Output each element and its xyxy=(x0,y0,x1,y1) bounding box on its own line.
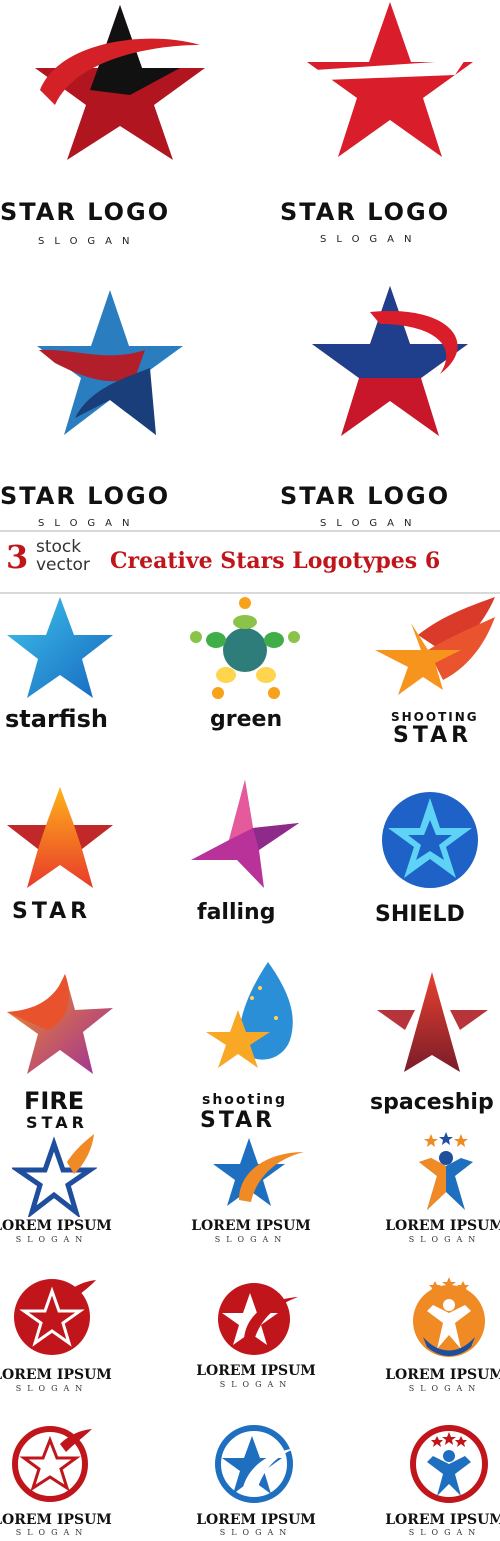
people-ring-icon xyxy=(190,597,300,699)
star-logo-1: STAR LOGO SLOGAN xyxy=(0,0,250,260)
lorem-title: LOREM IPSUM xyxy=(385,1367,500,1383)
logo-slogan: SLOGAN xyxy=(38,518,140,529)
shooting-label-big: STAR xyxy=(393,723,473,748)
lorem-slogan: SLOGAN xyxy=(408,1528,482,1537)
lorem-logo-9: LOREM IPSUM SLOGAN xyxy=(385,1420,500,1541)
red-circle-star-icon xyxy=(14,1279,96,1355)
lorem-title: LOREM IPSUM xyxy=(196,1363,316,1379)
person-star-icon xyxy=(419,1132,473,1210)
lorem-title: LOREM IPSUM xyxy=(385,1218,500,1234)
outline-star-icon xyxy=(12,1134,97,1217)
shooting-star-2-logo: shooting STAR xyxy=(190,960,305,1140)
green-label: green xyxy=(210,707,283,732)
logo-slogan: SLOGAN xyxy=(38,236,140,247)
lorem-logo-2: LOREM IPSUM SLOGAN xyxy=(191,1130,315,1250)
ring-person-icon xyxy=(410,1425,488,1503)
brand-name: stock vector xyxy=(36,538,90,574)
lorem-slogan: SLOGAN xyxy=(15,1528,89,1537)
star-label: STAR xyxy=(12,899,92,924)
lorem-slogan: SLOGAN xyxy=(15,1384,89,1393)
lorem-title: LOREM IPSUM xyxy=(385,1512,500,1528)
lorem-title: LOREM IPSUM xyxy=(196,1512,316,1528)
blue-ring-star-icon xyxy=(215,1425,296,1503)
orange-circle-person-icon xyxy=(413,1277,485,1357)
brand-stock: stock xyxy=(36,537,82,557)
logo-slogan: SLOGAN xyxy=(320,234,422,245)
spaceship-icon xyxy=(377,972,488,1072)
shield-label: SHIELD xyxy=(375,902,465,927)
ring-star-icon xyxy=(12,1426,92,1502)
star-logo-2: STAR LOGO SLOGAN xyxy=(250,0,500,260)
lorem-title: LOREM IPSUM xyxy=(0,1512,112,1528)
logo-slogan: SLOGAN xyxy=(320,518,422,529)
orange-star-icon xyxy=(7,787,113,888)
lorem-slogan: SLOGAN xyxy=(15,1235,89,1244)
shooting-star-logo: SHOOTING STAR xyxy=(365,595,500,755)
lorem-logo-6: LOREM IPSUM SLOGAN xyxy=(385,1275,500,1400)
logo-title: STAR LOGO xyxy=(280,198,451,226)
shield-logo: SHIELD xyxy=(370,790,495,935)
brand-vector: vector xyxy=(36,555,90,575)
star-logo-3: STAR LOGO SLOGAN xyxy=(0,280,250,530)
star-wave-icon xyxy=(37,290,183,435)
banner-title: Creative Stars Logotypes 6 xyxy=(110,548,441,574)
falling-label: falling xyxy=(197,900,276,925)
falling-logo: falling xyxy=(185,778,305,938)
star-orbit-icon xyxy=(312,286,468,436)
lorem-logo-1: LOREM IPSUM SLOGAN xyxy=(0,1130,120,1250)
starfish-logo: starfish xyxy=(0,595,120,745)
lorem-logo-4: LOREM IPSUM SLOGAN xyxy=(0,1275,120,1400)
spaceship-label: spaceship xyxy=(370,1090,494,1115)
starfish-icon xyxy=(7,597,113,698)
lorem-logo-5: LOREM IPSUM SLOGAN xyxy=(196,1275,320,1400)
lorem-slogan: SLOGAN xyxy=(214,1235,288,1244)
lorem-logo-8: LOREM IPSUM SLOGAN xyxy=(196,1420,320,1541)
fire-star-icon xyxy=(7,974,113,1074)
lorem-slogan: SLOGAN xyxy=(219,1380,293,1389)
lorem-slogan: SLOGAN xyxy=(408,1235,482,1244)
star-swoosh-icon xyxy=(35,5,205,160)
logo-title: STAR LOGO xyxy=(280,482,451,510)
red-circle-swoosh-icon xyxy=(218,1283,298,1355)
shield-star-icon xyxy=(382,792,478,888)
star-arc-icon xyxy=(213,1138,304,1206)
starfish-label: starfish xyxy=(5,705,108,733)
lorem-logo-3: LOREM IPSUM SLOGAN xyxy=(385,1130,500,1250)
lorem-title: LOREM IPSUM xyxy=(191,1218,311,1234)
green-logo: green xyxy=(180,595,310,745)
star-logo-4: STAR LOGO SLOGAN xyxy=(250,280,500,530)
drop-star-icon xyxy=(206,962,293,1068)
shooting-star-icon xyxy=(375,597,495,695)
lorem-slogan: SLOGAN xyxy=(408,1384,482,1393)
star-orange-logo: STAR xyxy=(0,785,120,935)
falling-star-icon xyxy=(191,780,299,888)
lorem-title: LOREM IPSUM xyxy=(0,1367,112,1383)
fire-star-logo: FIRE STAR xyxy=(0,970,120,1135)
lorem-slogan: SLOGAN xyxy=(219,1528,293,1537)
brand-number: 3 xyxy=(6,538,29,576)
lorem-logo-7: LOREM IPSUM SLOGAN xyxy=(0,1420,120,1541)
logo-title: STAR LOGO xyxy=(0,198,171,226)
logo-title: STAR LOGO xyxy=(0,482,171,510)
star-split-icon xyxy=(307,2,473,157)
shooting2-label-small: shooting xyxy=(202,1092,288,1108)
title-banner: 3 stock vector Creative Stars Logotypes … xyxy=(0,530,500,594)
fire-label: FIRE xyxy=(24,1087,85,1115)
shooting-label-small: SHOOTING xyxy=(391,710,479,724)
spaceship-logo: spaceship xyxy=(365,970,500,1120)
lorem-title: LOREM IPSUM xyxy=(0,1218,112,1234)
